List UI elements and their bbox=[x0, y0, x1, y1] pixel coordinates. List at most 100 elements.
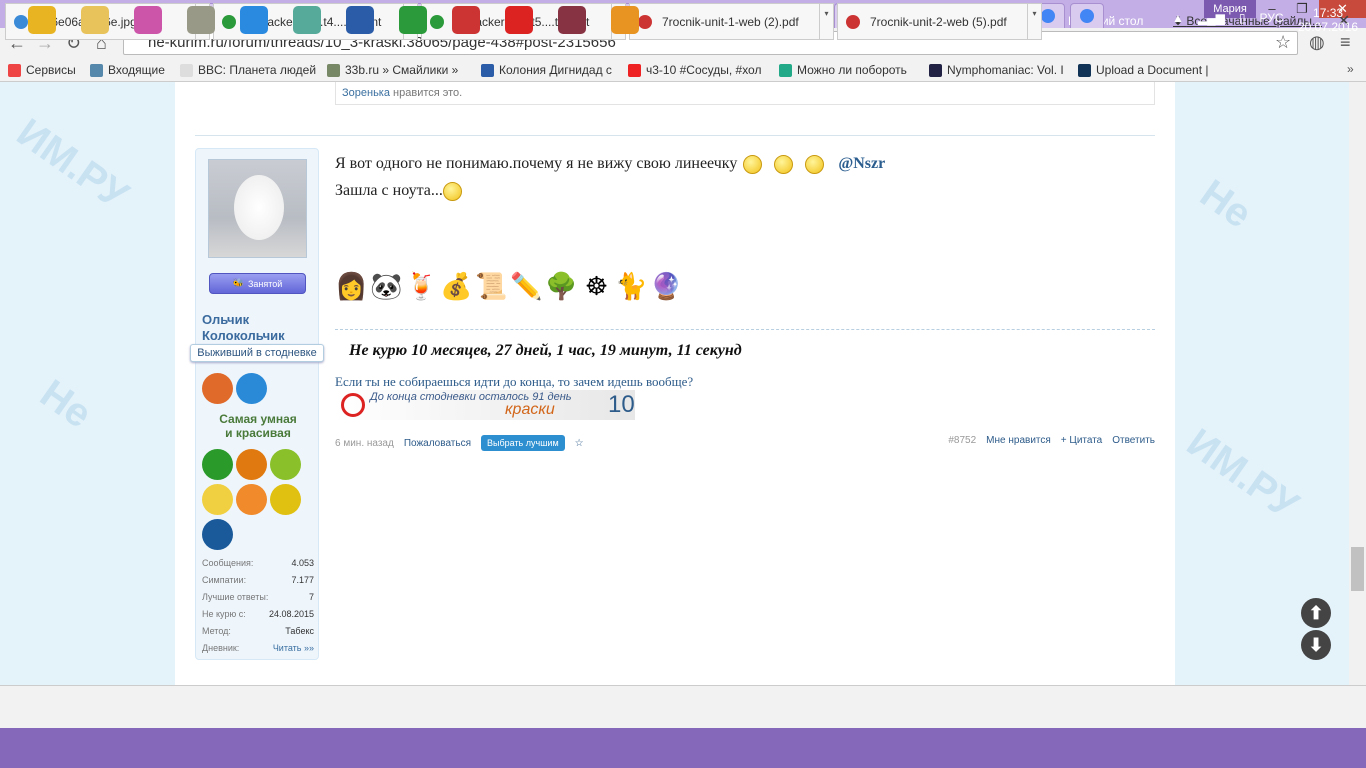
file-icon bbox=[846, 14, 860, 29]
runner-badge-icon[interactable] bbox=[202, 449, 233, 480]
libreoffice-icon bbox=[346, 6, 374, 34]
taskbar-app-ie[interactable] bbox=[229, 2, 279, 38]
menu-icon[interactable]: ≡ bbox=[1340, 32, 1351, 53]
bookmark-favicon-icon bbox=[779, 63, 792, 77]
bookmark-item[interactable]: Nymphomaniac: Vol. I bbox=[929, 63, 1064, 77]
stat-likes: Симпатии: 7.177 bbox=[202, 575, 314, 585]
download-menu-icon[interactable]: ▾ bbox=[819, 4, 833, 39]
report-link[interactable]: Пожаловаться bbox=[404, 438, 471, 449]
chrome-icon bbox=[28, 6, 56, 34]
bookmark-item[interactable]: Колония Дигнидад с bbox=[481, 63, 612, 77]
bookmark-item[interactable]: BBC: Планета людей bbox=[180, 63, 316, 77]
bookmark-label: BBC: Планета людей bbox=[198, 63, 317, 77]
message-line: Зашла с ноута... bbox=[335, 182, 443, 199]
downloads-bar bbox=[0, 685, 1366, 728]
bookmark-item[interactable]: Сервисы bbox=[8, 63, 76, 77]
emoji-icon: 🐼 bbox=[370, 271, 403, 301]
acrobat-icon bbox=[505, 6, 533, 34]
emoji-icon: 💰 bbox=[440, 271, 473, 301]
more-bookmarks-icon[interactable]: » bbox=[1347, 62, 1354, 76]
user-mention[interactable]: @Nszr bbox=[838, 155, 885, 172]
smiley-icon bbox=[442, 181, 462, 201]
avatar[interactable] bbox=[208, 159, 307, 258]
bookmark-label: Сервисы bbox=[26, 63, 76, 77]
taskbar-app-scanner[interactable] bbox=[176, 2, 226, 38]
taskbar-app-explorer[interactable] bbox=[70, 2, 120, 38]
download-item[interactable]: 7rocnik-unit-2-web (5).pdf ▾ bbox=[837, 3, 1042, 40]
bookmark-label: 33b.ru » Смайлики » bbox=[345, 63, 459, 77]
post-number[interactable]: #8752 bbox=[948, 435, 976, 446]
reply-link[interactable]: Ответить bbox=[1112, 435, 1155, 446]
tab[interactable] bbox=[1070, 3, 1105, 28]
taskbar-app-video[interactable] bbox=[600, 2, 650, 38]
scroll-up-button[interactable]: ⬆ bbox=[1301, 598, 1331, 628]
status-busy-button[interactable]: 🐝 Занятой bbox=[209, 273, 306, 294]
diary-link[interactable]: Читать »» bbox=[273, 643, 314, 653]
post-time[interactable]: 6 мин. назад bbox=[335, 438, 394, 449]
star-icon[interactable]: ☆ bbox=[575, 438, 584, 449]
language-indicator[interactable]: РУС bbox=[1259, 11, 1283, 25]
best-answer-button[interactable]: Выбрать лучшим bbox=[481, 435, 565, 451]
bookmark-favicon-icon bbox=[628, 63, 641, 77]
emoji-icon: ✏️ bbox=[510, 271, 543, 301]
bookmark-item[interactable]: Входящие bbox=[90, 63, 165, 77]
taskbar-app-chrome[interactable] bbox=[17, 2, 67, 38]
bookmark-favicon-icon bbox=[929, 63, 942, 77]
quote-link[interactable]: + Цитата bbox=[1061, 435, 1102, 446]
mountain-badge-icon[interactable] bbox=[236, 373, 267, 404]
bookmark-star-icon[interactable]: ☆ bbox=[1275, 32, 1291, 53]
people-badge-icon[interactable] bbox=[236, 484, 267, 515]
download-menu-icon[interactable]: ▾ bbox=[1027, 4, 1041, 39]
stat-diary: Дневник: Читать »» bbox=[202, 643, 314, 653]
bookmark-favicon-icon bbox=[327, 63, 340, 77]
bookmark-favicon-icon bbox=[180, 63, 193, 77]
battery-icon: ▯ bbox=[1238, 11, 1246, 25]
winrar-icon bbox=[558, 6, 586, 34]
mountain-badge-icon[interactable] bbox=[236, 449, 267, 480]
watermark: ИМ.РУ bbox=[8, 110, 136, 218]
taskbar-app-picasa[interactable] bbox=[123, 2, 173, 38]
bookmark-item[interactable]: ч3-10 #Сосуды, #хол bbox=[628, 63, 761, 77]
taskbar-app-utorrent[interactable] bbox=[388, 2, 438, 38]
post-divider bbox=[195, 135, 1155, 136]
medal-badge-icon[interactable] bbox=[202, 484, 233, 515]
no-smoking-icon bbox=[341, 393, 365, 417]
signature-quote: Если ты не собираешься идти до конца, то… bbox=[335, 374, 694, 389]
message-line: Я вот одного не понимаю.почему я не вижу… bbox=[335, 155, 738, 172]
picasa-icon bbox=[134, 6, 162, 34]
username[interactable]: Ольчик Колокольчик bbox=[202, 312, 297, 344]
emoji-icon: ☸ bbox=[584, 271, 609, 301]
lens-badge-icon[interactable] bbox=[270, 449, 301, 480]
watermark: Не bbox=[32, 371, 100, 437]
taskbar-app-books[interactable] bbox=[441, 2, 491, 38]
taskbar-app-acrobat[interactable] bbox=[494, 2, 544, 38]
user-info-panel: 🐝 Занятой Ольчик Колокольчик Выживший в с… bbox=[190, 148, 324, 660]
taskbar-app-libreoffice[interactable] bbox=[335, 2, 385, 38]
quit-counter: Не курю 10 месяцев, 27 дней, 1 час, 19 м… bbox=[349, 342, 742, 359]
scrollbar-thumb[interactable] bbox=[1351, 547, 1364, 591]
books-icon bbox=[452, 6, 480, 34]
smiley-icon bbox=[805, 154, 825, 174]
watermark: Не bbox=[1192, 171, 1260, 237]
mountain-badge-icon[interactable] bbox=[270, 484, 301, 515]
message-body: Я вот одного не понимаю.почему я не вижу… bbox=[335, 150, 885, 204]
signal-icon: ▂▄▆ bbox=[1197, 11, 1225, 25]
chat-badge-icon[interactable] bbox=[202, 519, 233, 550]
scroll-down-button[interactable]: ⬇ bbox=[1301, 630, 1331, 660]
progress-banner: До конца стодневки осталось 91 день крас… bbox=[335, 390, 635, 420]
bookmark-item[interactable]: Можно ли побороть bbox=[779, 63, 907, 77]
bookmark-item[interactable]: 33b.ru » Смайлики » bbox=[327, 63, 458, 77]
like-link[interactable]: Мне нравится bbox=[986, 435, 1051, 446]
taskbar-app-winrar[interactable] bbox=[547, 2, 597, 38]
strength-badge-icon[interactable] bbox=[202, 373, 233, 404]
system-tray: ▲ ▂▄▆ ▯ РУС bbox=[1172, 11, 1284, 25]
liker-link[interactable]: Зоренька bbox=[342, 87, 390, 99]
download-filename: 7rocnik-unit-2-web (5).pdf bbox=[870, 14, 1007, 29]
taskbar-app-notes[interactable] bbox=[282, 2, 332, 38]
bookmark-item[interactable]: Upload a Document | bbox=[1078, 63, 1209, 77]
globe-icon[interactable]: ◍ bbox=[1309, 32, 1325, 53]
likes-text: нравится это. bbox=[389, 87, 463, 99]
scrollbar[interactable] bbox=[1349, 82, 1366, 685]
download-item[interactable]: 7rocnik-unit-1-web (2).pdf ▾ bbox=[629, 3, 834, 40]
clock[interactable]: 17:33 20.07.2016 bbox=[1298, 6, 1358, 34]
